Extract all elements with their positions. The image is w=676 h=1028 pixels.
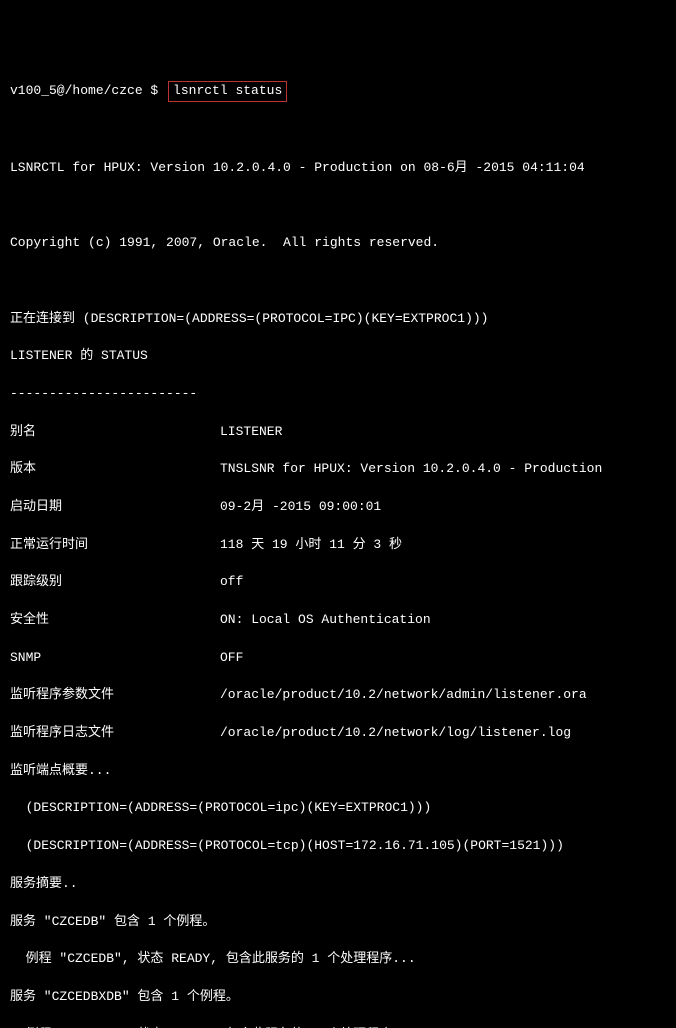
alias-value: LISTENER xyxy=(220,423,282,442)
security-label: 安全性 xyxy=(10,611,220,630)
status-uptime: 正常运行时间118 天 19 小时 11 分 3 秒 xyxy=(10,536,666,555)
service-1-instance: 例程 "CZCEDB", 状态 READY, 包含此服务的 1 个处理程序... xyxy=(10,950,666,969)
trace-label: 跟踪级别 xyxy=(10,573,220,592)
prompt-path: v100_5@/home/czce $ xyxy=(10,82,158,101)
endpoint-2: (DESCRIPTION=(ADDRESS=(PROTOCOL=tcp)(HOS… xyxy=(10,837,666,856)
service-2: 服务 "CZCEDBXDB" 包含 1 个例程。 xyxy=(10,988,666,1007)
separator: ------------------------ xyxy=(10,385,666,404)
snmp-label: SNMP xyxy=(10,649,220,668)
endpoint-1: (DESCRIPTION=(ADDRESS=(PROTOCOL=ipc)(KEY… xyxy=(10,799,666,818)
trace-value: off xyxy=(220,573,243,592)
status-title: LISTENER 的 STATUS xyxy=(10,347,666,366)
status-security: 安全性ON: Local OS Authentication xyxy=(10,611,666,630)
logfile-label: 监听程序日志文件 xyxy=(10,724,220,743)
uptime-value: 118 天 19 小时 11 分 3 秒 xyxy=(220,536,402,555)
status-paramfile: 监听程序参数文件/oracle/product/10.2/network/adm… xyxy=(10,686,666,705)
blank-line xyxy=(10,196,666,215)
connecting-line: 正在连接到 (DESCRIPTION=(ADDRESS=(PROTOCOL=IP… xyxy=(10,310,666,329)
header-line: LSNRCTL for HPUX: Version 10.2.0.4.0 - P… xyxy=(10,159,666,178)
command-input[interactable]: lsnrctl status xyxy=(168,81,287,102)
status-alias: 别名LISTENER xyxy=(10,423,666,442)
status-version: 版本TNSLSNR for HPUX: Version 10.2.0.4.0 -… xyxy=(10,460,666,479)
security-value: ON: Local OS Authentication xyxy=(220,611,431,630)
service-2-instance: 例程 "CZCEDB", 状态 READY, 包含此服务的 1 个处理程序... xyxy=(10,1026,666,1028)
status-snmp: SNMPOFF xyxy=(10,649,666,668)
paramfile-label: 监听程序参数文件 xyxy=(10,686,220,705)
snmp-value: OFF xyxy=(220,649,243,668)
version-value: TNSLSNR for HPUX: Version 10.2.0.4.0 - P… xyxy=(220,460,602,479)
paramfile-value: /oracle/product/10.2/network/admin/liste… xyxy=(220,686,587,705)
status-trace: 跟踪级别off xyxy=(10,573,666,592)
endpoints-title: 监听端点概要... xyxy=(10,762,666,781)
services-title: 服务摘要.. xyxy=(10,875,666,894)
service-1: 服务 "CZCEDB" 包含 1 个例程。 xyxy=(10,913,666,932)
status-logfile: 监听程序日志文件/oracle/product/10.2/network/log… xyxy=(10,724,666,743)
uptime-label: 正常运行时间 xyxy=(10,536,220,555)
prompt-line: v100_5@/home/czce $ lsnrctl status xyxy=(10,81,666,102)
logfile-value: /oracle/product/10.2/network/log/listene… xyxy=(220,724,571,743)
alias-label: 别名 xyxy=(10,423,220,442)
blank-line xyxy=(10,121,666,140)
copyright-line: Copyright (c) 1991, 2007, Oracle. All ri… xyxy=(10,234,666,253)
version-label: 版本 xyxy=(10,460,220,479)
blank-line xyxy=(10,272,666,291)
